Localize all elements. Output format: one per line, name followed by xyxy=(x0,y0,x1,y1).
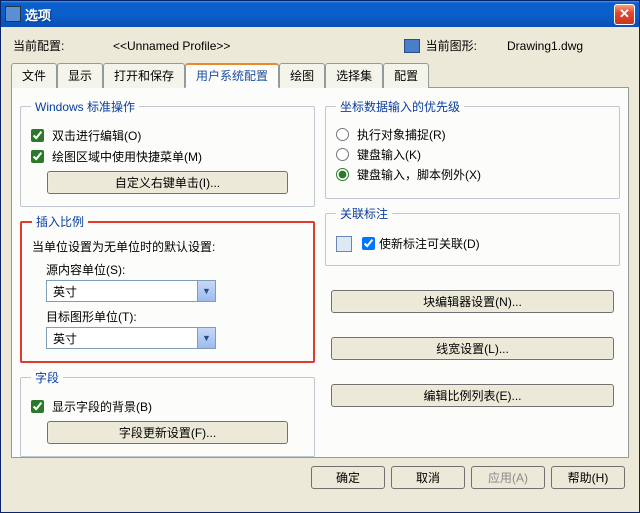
app-icon xyxy=(5,6,21,22)
left-column: Windows 标准操作 双击进行编辑(O) 绘图区域中使用快捷菜单(M) 自定… xyxy=(20,98,315,449)
group-windows-standard-legend: Windows 标准操作 xyxy=(31,98,139,115)
drawing-icon xyxy=(404,39,420,53)
chk-make-assoc[interactable] xyxy=(362,237,375,250)
chk-make-assoc-label: 使新标注可关联(D) xyxy=(379,235,480,252)
radio-keyboard-script-label: 键盘输入，脚本例外(X) xyxy=(357,166,481,183)
group-windows-standard: Windows 标准操作 双击进行编辑(O) 绘图区域中使用快捷菜单(M) 自定… xyxy=(20,98,315,207)
btn-customize-rightclick[interactable]: 自定义右键单击(I)... xyxy=(47,171,287,194)
tab-drafting[interactable]: 绘图 xyxy=(279,63,325,88)
radio-osnap-label: 执行对象捕捉(R) xyxy=(357,126,446,143)
radio-osnap[interactable] xyxy=(336,128,349,141)
btn-field-update-settings[interactable]: 字段更新设置(F)... xyxy=(47,421,287,444)
help-button[interactable]: 帮助(H) xyxy=(551,466,625,489)
src-units-value: 英寸 xyxy=(47,281,197,301)
tgt-units-label: 目标图形单位(T): xyxy=(46,308,303,325)
tgt-units-value: 英寸 xyxy=(47,328,197,348)
group-fields-legend: 字段 xyxy=(31,369,63,386)
options-dialog: 选项 ✕ 当前配置: <<Unnamed Profile>> 当前图形: Dra… xyxy=(0,0,640,513)
group-insert-scale: 插入比例 当单位设置为无单位时的默认设置: 源内容单位(S): 英寸 ▼ 目标图… xyxy=(20,213,315,363)
profile-name: <<Unnamed Profile>> xyxy=(113,39,404,53)
chevron-down-icon[interactable]: ▼ xyxy=(197,328,215,348)
chk-shortcut-menu[interactable] xyxy=(31,150,44,163)
group-coord-priority-legend: 坐标数据输入的优先级 xyxy=(336,98,464,115)
chk-show-field-bg[interactable] xyxy=(31,400,44,413)
chk-dblclick-edit[interactable] xyxy=(31,129,44,142)
header-row: 当前配置: <<Unnamed Profile>> 当前图形: Drawing1… xyxy=(11,33,629,62)
close-button[interactable]: ✕ xyxy=(614,4,635,25)
radio-keyboard[interactable] xyxy=(336,148,349,161)
btn-lineweight-settings[interactable]: 线宽设置(L)... xyxy=(331,337,614,360)
chain-icon xyxy=(336,236,352,252)
src-units-label: 源内容单位(S): xyxy=(46,261,303,278)
tgt-units-combo[interactable]: 英寸 ▼ xyxy=(46,327,216,349)
chk-shortcut-menu-label: 绘图区域中使用快捷菜单(M) xyxy=(52,148,202,165)
chk-show-field-bg-label: 显示字段的背景(B) xyxy=(52,398,152,415)
content-area: 当前配置: <<Unnamed Profile>> 当前图形: Drawing1… xyxy=(1,27,639,512)
group-assoc-dim: 关联标注 使新标注可关联(D) xyxy=(325,205,620,266)
insert-scale-note: 当单位设置为无单位时的默认设置: xyxy=(32,238,303,255)
ok-button[interactable]: 确定 xyxy=(311,466,385,489)
radio-keyboard-script[interactable] xyxy=(336,168,349,181)
tab-user-preferences[interactable]: 用户系统配置 xyxy=(185,63,279,88)
tab-bar: 文件 显示 打开和保存 用户系统配置 绘图 选择集 配置 xyxy=(11,62,629,88)
window-title: 选项 xyxy=(25,5,614,24)
radio-keyboard-label: 键盘输入(K) xyxy=(357,146,421,163)
titlebar: 选项 ✕ xyxy=(1,1,639,27)
group-fields: 字段 显示字段的背景(B) 字段更新设置(F)... xyxy=(20,369,315,457)
tab-file[interactable]: 文件 xyxy=(11,63,57,88)
action-bar: 确定 取消 应用(A) 帮助(H) xyxy=(11,458,629,493)
group-assoc-dim-legend: 关联标注 xyxy=(336,205,392,222)
current-drawing-label: 当前图形: xyxy=(426,37,477,54)
btn-edit-scale-list[interactable]: 编辑比例列表(E)... xyxy=(331,384,614,407)
chk-dblclick-edit-label: 双击进行编辑(O) xyxy=(52,127,141,144)
tab-profiles[interactable]: 配置 xyxy=(383,63,429,88)
tab-panel: Windows 标准操作 双击进行编辑(O) 绘图区域中使用快捷菜单(M) 自定… xyxy=(11,88,629,458)
chevron-down-icon[interactable]: ▼ xyxy=(197,281,215,301)
right-column: 坐标数据输入的优先级 执行对象捕捉(R) 键盘输入(K) 键盘输入，脚本例外(X… xyxy=(325,98,620,449)
close-icon: ✕ xyxy=(619,6,630,22)
group-insert-scale-legend: 插入比例 xyxy=(32,213,88,230)
tab-display[interactable]: 显示 xyxy=(57,63,103,88)
current-config-label: 当前配置: xyxy=(13,37,113,54)
tab-open-save[interactable]: 打开和保存 xyxy=(103,63,185,88)
drawing-name: Drawing1.dwg xyxy=(507,39,627,53)
group-coord-priority: 坐标数据输入的优先级 执行对象捕捉(R) 键盘输入(K) 键盘输入，脚本例外(X… xyxy=(325,98,620,199)
src-units-combo[interactable]: 英寸 ▼ xyxy=(46,280,216,302)
cancel-button[interactable]: 取消 xyxy=(391,466,465,489)
btn-block-editor-settings[interactable]: 块编辑器设置(N)... xyxy=(331,290,614,313)
tab-selection[interactable]: 选择集 xyxy=(325,63,383,88)
apply-button[interactable]: 应用(A) xyxy=(471,466,545,489)
